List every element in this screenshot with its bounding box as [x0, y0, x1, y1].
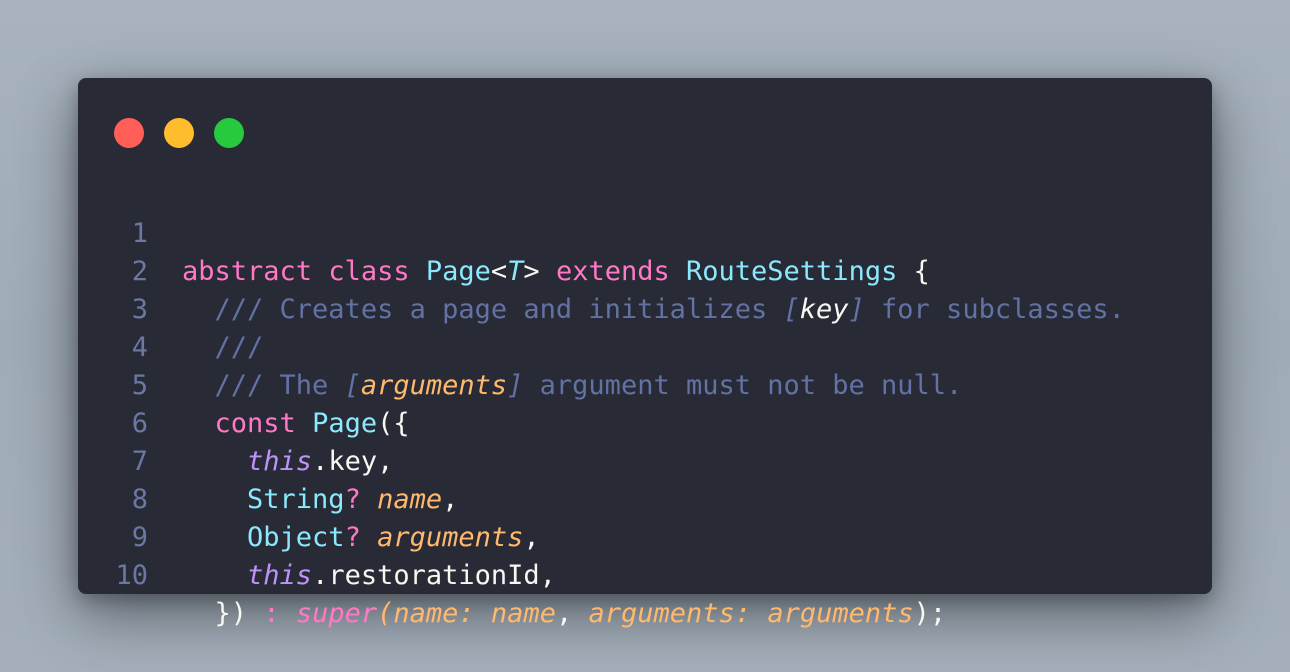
initializer-colon: : — [263, 598, 280, 629]
code-line: 5 const Page({ — [78, 329, 1212, 439]
minimize-button-icon[interactable] — [164, 118, 194, 148]
named-arg-value: name — [490, 598, 556, 629]
code-line: 4 /// The [arguments] argument must not … — [78, 291, 1212, 401]
comma: , — [555, 598, 573, 629]
statement-end: ); — [913, 598, 947, 629]
line-number: 10 — [115, 560, 148, 591]
code-line: 8 Object? arguments, — [78, 443, 1212, 553]
maximize-button-icon[interactable] — [214, 118, 244, 148]
paren-open: ( — [377, 598, 394, 629]
code-line: 1 abstract class Page<T> extends RouteSe… — [78, 177, 1212, 287]
code-line: 10 }) : super(name: name, arguments: arg… — [78, 519, 1212, 629]
code-line: 2 /// Creates a page and initializes [ke… — [78, 215, 1212, 325]
close-button-icon[interactable] — [114, 118, 144, 148]
code-block: 1 abstract class Page<T> extends RouteSe… — [78, 177, 1212, 629]
code-line: 3 /// — [78, 253, 1212, 363]
field-ref: .restorationId, — [312, 560, 556, 591]
named-arg-value: arguments — [767, 598, 914, 629]
code-line: 7 String? name, — [78, 405, 1212, 515]
code-line: 6 this.key, — [78, 367, 1212, 477]
named-arg-label: arguments: — [588, 598, 752, 629]
code-window: 1 abstract class Page<T> extends RouteSe… — [78, 78, 1212, 629]
brace-paren-close: }) — [214, 598, 248, 629]
keyword-super: super — [295, 598, 378, 629]
named-arg-label: name: — [393, 598, 475, 629]
keyword-this: this — [247, 560, 313, 591]
line-source: }) : super(name: name, arguments: argume… — [182, 595, 947, 633]
line-source: this.restorationId, — [182, 557, 556, 595]
code-line: 9 this.restorationId, — [78, 481, 1212, 591]
